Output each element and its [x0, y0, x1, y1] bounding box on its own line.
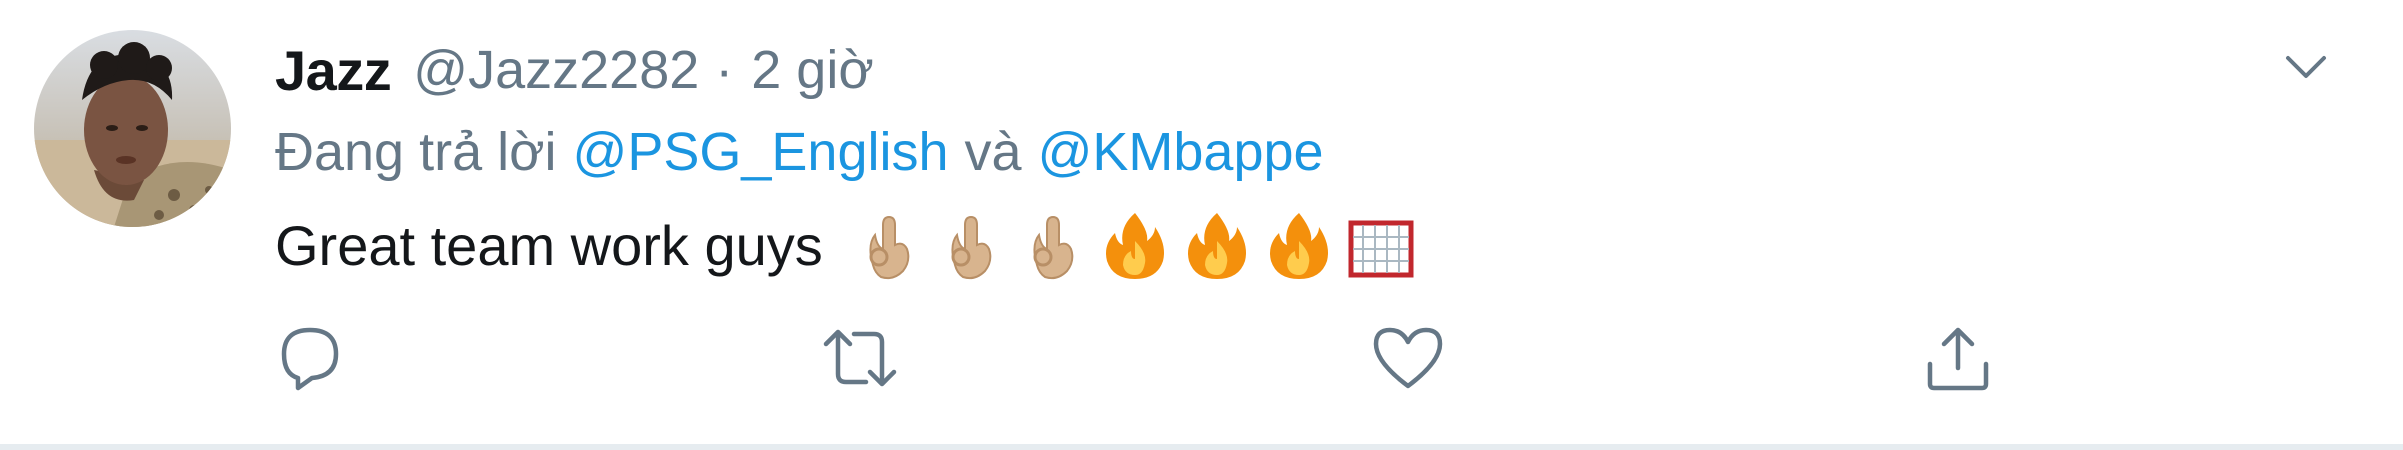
chevron-down-icon [2286, 56, 2326, 78]
replying-to: Đang trả lời @PSG_English và @KMbappe [275, 112, 1324, 192]
share-button[interactable] [1918, 318, 1998, 398]
tweet-actions [0, 318, 2403, 398]
reply-icon [281, 327, 339, 391]
mention-psg-english[interactable]: @PSG_English [573, 121, 949, 183]
fire-icon [1105, 213, 1164, 279]
avatar-image [34, 30, 231, 227]
avatar[interactable] [34, 30, 231, 227]
timestamp[interactable]: 2 giờ [751, 39, 873, 101]
fire-icon [1187, 213, 1246, 279]
replying-to-conjunction: và [964, 122, 1022, 182]
ok-hand-icon [1033, 215, 1074, 280]
mention-kmbappe[interactable]: @KMbappe [1038, 121, 1324, 183]
more-options-button[interactable] [2280, 40, 2332, 92]
share-icon [1927, 327, 1989, 391]
retweet-button[interactable] [820, 318, 900, 398]
tweet-body: Great team work guys [275, 200, 1417, 290]
replying-to-label: Đang trả lời [275, 122, 557, 182]
heart-icon [1373, 327, 1443, 389]
reply-button[interactable] [270, 318, 350, 398]
tweet-text: Great team work guys [275, 213, 823, 277]
emoji-row [853, 205, 1417, 285]
retweet-icon [823, 329, 897, 387]
tweet-card[interactable]: Jazz @Jazz2282 · 2 giờ Đang trả lời @PSG… [0, 0, 2403, 450]
goal-net-icon [1348, 220, 1414, 278]
ok-hand-icon [869, 215, 910, 280]
tweet-header: Jazz @Jazz2282 · 2 giờ [275, 30, 874, 110]
like-button[interactable] [1368, 318, 1448, 398]
ok-hand-icon [951, 215, 992, 280]
separator-dot: · [715, 40, 734, 100]
display-name[interactable]: Jazz [275, 38, 392, 103]
fire-icon [1269, 213, 1328, 279]
user-handle[interactable]: @Jazz2282 [413, 39, 699, 101]
